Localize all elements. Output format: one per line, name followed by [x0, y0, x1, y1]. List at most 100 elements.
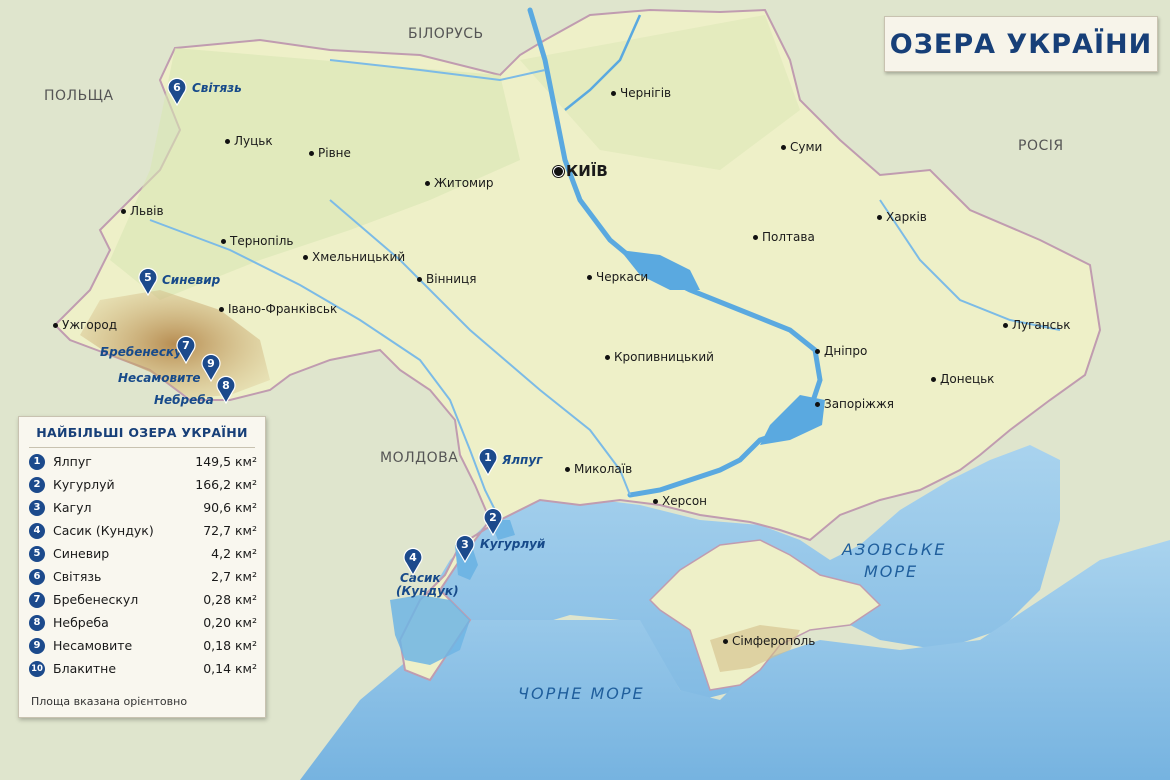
legend-row: 7 Бребенескул 0,28 км² — [29, 591, 257, 611]
legend-number-badge: 7 — [29, 592, 45, 608]
city-khmelnytskyi: Хмельницький — [302, 250, 406, 264]
pin-number: 2 — [489, 511, 497, 524]
country-label-moldova: МОЛДОВА — [380, 450, 459, 466]
legend-number-badge: 4 — [29, 523, 45, 539]
country-label-poland: ПОЛЬЩА — [44, 88, 114, 104]
legend-row: 4 Сасик (Кундук) 72,7 км² — [29, 522, 257, 542]
city-ternopil: Тернопіль — [220, 234, 294, 248]
legend-lake-area: 90,6 км² — [203, 500, 257, 515]
legend-lake-area: 149,5 км² — [195, 454, 257, 469]
pin-number: 4 — [409, 551, 417, 564]
city-sumy: Суми — [780, 140, 823, 154]
city-simferopol: Сімферополь — [722, 634, 816, 648]
lake-label-kuhurluy: Кугурлуй — [480, 537, 546, 551]
pin-number: 3 — [461, 538, 469, 551]
legend-note: Площа вказана орієнтовно — [31, 695, 188, 708]
lake-pin-sasyk[interactable]: 4 — [402, 546, 424, 576]
pin-number: 5 — [144, 271, 152, 284]
city-rivne: Рівне — [309, 146, 351, 160]
legend-lake-name: Несамовите — [53, 638, 133, 653]
lake-label-nebreba: Небреба — [154, 393, 214, 407]
pin-number: 8 — [222, 379, 230, 392]
city-cherkasy: Черкаси — [586, 270, 649, 284]
lake-label-synevyr: Синевир — [162, 273, 221, 287]
city-mykolaiv: Миколаїв — [564, 462, 633, 476]
lake-label-yalpuh: Ялпуг — [502, 453, 543, 467]
legend-lake-name: Блакитне — [53, 661, 117, 676]
legend-number-badge: 6 — [29, 569, 45, 585]
country-label-belarus: БІЛОРУСЬ — [408, 26, 484, 42]
legend-lake-area: 0,28 км² — [203, 592, 257, 607]
city-poltava: Полтава — [753, 230, 815, 244]
legend-divider — [29, 447, 255, 448]
legend-lake-name: Бребенескул — [53, 592, 139, 607]
legend-number-badge: 3 — [29, 500, 45, 516]
city-donetsk: Донецьк — [930, 372, 995, 386]
city-lutsk: Луцьк — [225, 134, 273, 148]
legend-number-badge: 8 — [29, 615, 45, 631]
legend-lake-name: Світязь — [53, 569, 102, 584]
legend-row: 8 Небреба 0,20 км² — [29, 614, 257, 634]
pin-number: 6 — [173, 81, 181, 94]
sea-label-azov-line1: АЗОВСЬКЕ — [842, 540, 947, 559]
city-uzhhorod: Ужгород — [52, 318, 118, 332]
legend-number-badge: 1 — [29, 454, 45, 470]
legend-lake-name: Кагул — [53, 500, 92, 515]
lake-pin-synevyr[interactable]: 5 — [137, 266, 159, 296]
map-title: ОЗЕРА УКРАЇНИ — [889, 28, 1153, 60]
legend-row: 5 Синевир 4,2 км² — [29, 545, 257, 565]
lake-pin-yalpuh[interactable]: 1 — [477, 446, 499, 476]
legend-lake-area: 4,2 км² — [211, 546, 257, 561]
city-vinnytsia: Вінниця — [416, 272, 477, 286]
pin-number: 9 — [207, 357, 215, 370]
city-kharkiv: Харків — [877, 210, 927, 224]
legend-row: 9 Несамовите 0,18 км² — [29, 637, 257, 657]
city-ivano-frankivsk: Івано-Франківськ — [218, 302, 338, 316]
legend-lake-name: Небреба — [53, 615, 109, 630]
city-lviv: Львів — [121, 204, 164, 218]
city-zaporizhzhia: Запоріжжя — [814, 397, 895, 411]
legend-lake-area: 166,2 км² — [195, 477, 257, 492]
legend-lake-area: 0,18 км² — [203, 638, 257, 653]
city-zhytomyr: Житомир — [425, 176, 494, 190]
sea-label-azov-line2: МОРЕ — [864, 562, 919, 581]
lake-pin-nebreba[interactable]: 8 — [215, 374, 237, 404]
legend-number-badge: 2 — [29, 477, 45, 493]
pin-number: 7 — [182, 339, 190, 352]
legend-number-badge: 9 — [29, 638, 45, 654]
legend-row: 2 Кугурлуй 166,2 км² — [29, 476, 257, 496]
pin-number: 1 — [484, 451, 492, 464]
lake-pin-brebeneskul[interactable]: 7 — [175, 334, 197, 364]
legend-panel: НАЙБІЛЬШІ ОЗЕРА УКРАЇНИ 1 Ялпуг 149,5 км… — [18, 416, 266, 718]
legend-lake-area: 0,20 км² — [203, 615, 257, 630]
lake-pin-kahul[interactable]: 3 — [454, 533, 476, 563]
legend-row: 3 Кагул 90,6 км² — [29, 499, 257, 519]
legend-lake-name: Кугурлуй — [53, 477, 115, 492]
sea-label-black: ЧОРНЕ МОРЕ — [518, 684, 645, 703]
city-chernihiv: Чернігів — [610, 86, 672, 100]
lake-label-nesamovyte: Несамовите — [118, 371, 201, 385]
legend-lake-name: Сасик (Кундук) — [53, 523, 154, 538]
lake-pin-svitiaz[interactable]: 6 — [166, 76, 188, 106]
legend-row: 1 Ялпуг 149,5 км² — [29, 453, 257, 473]
legend-number-badge: 10 — [29, 661, 45, 677]
legend-number-badge: 5 — [29, 546, 45, 562]
city-luhansk: Луганськ — [1003, 318, 1071, 332]
legend-title: НАЙБІЛЬШІ ОЗЕРА УКРАЇНИ — [36, 425, 248, 440]
map-title-box: ОЗЕРА УКРАЇНИ — [884, 16, 1158, 72]
city-dnipro: Дніпро — [814, 344, 868, 358]
legend-row: 10 Блакитне 0,14 км² — [29, 660, 257, 680]
city-kropyvnytskyi: Кропивницький — [605, 350, 714, 364]
legend-row: 6 Світязь 2,7 км² — [29, 568, 257, 588]
city-kyiv: КИЇВ — [553, 162, 608, 180]
legend-lake-area: 72,7 км² — [203, 523, 257, 538]
lake-label-svitiaz: Світязь — [192, 81, 242, 95]
legend-lake-name: Ялпуг — [53, 454, 92, 469]
legend-lake-area: 2,7 км² — [211, 569, 257, 584]
country-label-russia: РОСІЯ — [1018, 138, 1064, 154]
lake-pin-kuhurluy[interactable]: 2 — [482, 506, 504, 536]
legend-lake-name: Синевир — [53, 546, 110, 561]
legend-lake-area: 0,14 км² — [203, 661, 257, 676]
city-kherson: Херсон — [652, 494, 708, 508]
lake-label-sasyk-line2: (Кундук) — [396, 584, 459, 598]
